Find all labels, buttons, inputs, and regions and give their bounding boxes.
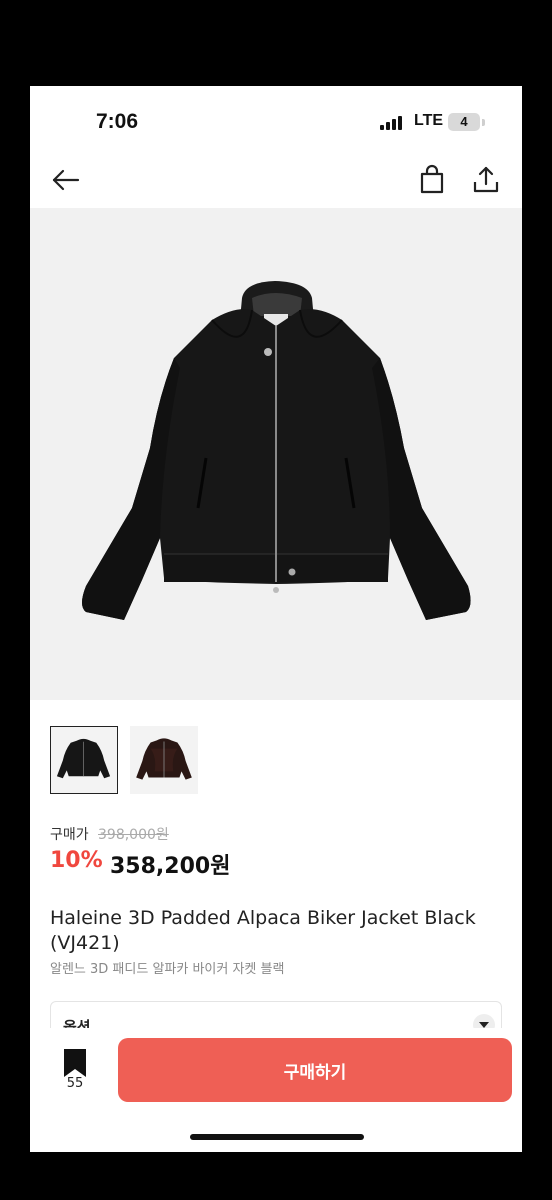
jacket-image — [82, 281, 471, 620]
thumbnail-brown-image — [136, 738, 192, 780]
signal-icon — [380, 114, 406, 130]
original-price-label: 구매가 — [50, 827, 89, 843]
arrow-left-icon[interactable] — [50, 164, 82, 196]
product-subtitle: 알렌느 3D 패디드 알파카 바이커 자켓 블랙 — [50, 962, 285, 977]
bookmark-icon[interactable] — [62, 1048, 88, 1078]
battery-icon: 4 — [448, 113, 480, 131]
thumbnail-brown[interactable] — [130, 726, 198, 794]
status-time: 7:06 — [96, 110, 139, 133]
original-price: 398,000원 — [98, 827, 169, 843]
product-title: Haleine 3D Padded Alpaca Biker Jacket Bl… — [50, 907, 476, 954]
battery-cap — [482, 119, 485, 126]
app-screen: 7:06 LTE 4 구매가 398,000원 10% 358,200원 Hal… — [30, 86, 522, 1152]
sale-price: 358,200원 — [110, 854, 231, 879]
share-icon[interactable] — [470, 164, 502, 196]
shopping-bag-icon[interactable] — [416, 164, 448, 196]
buy-button[interactable]: 구매하기 — [118, 1038, 512, 1102]
bookmark-count: 55 — [66, 1076, 84, 1091]
home-indicator[interactable] — [190, 1134, 364, 1140]
discount-rate: 10% — [50, 848, 103, 873]
product-image[interactable] — [30, 208, 522, 700]
network-label: LTE — [414, 112, 444, 129]
thumbnail-black[interactable] — [50, 726, 118, 794]
thumbnail-black-image — [56, 738, 111, 779]
